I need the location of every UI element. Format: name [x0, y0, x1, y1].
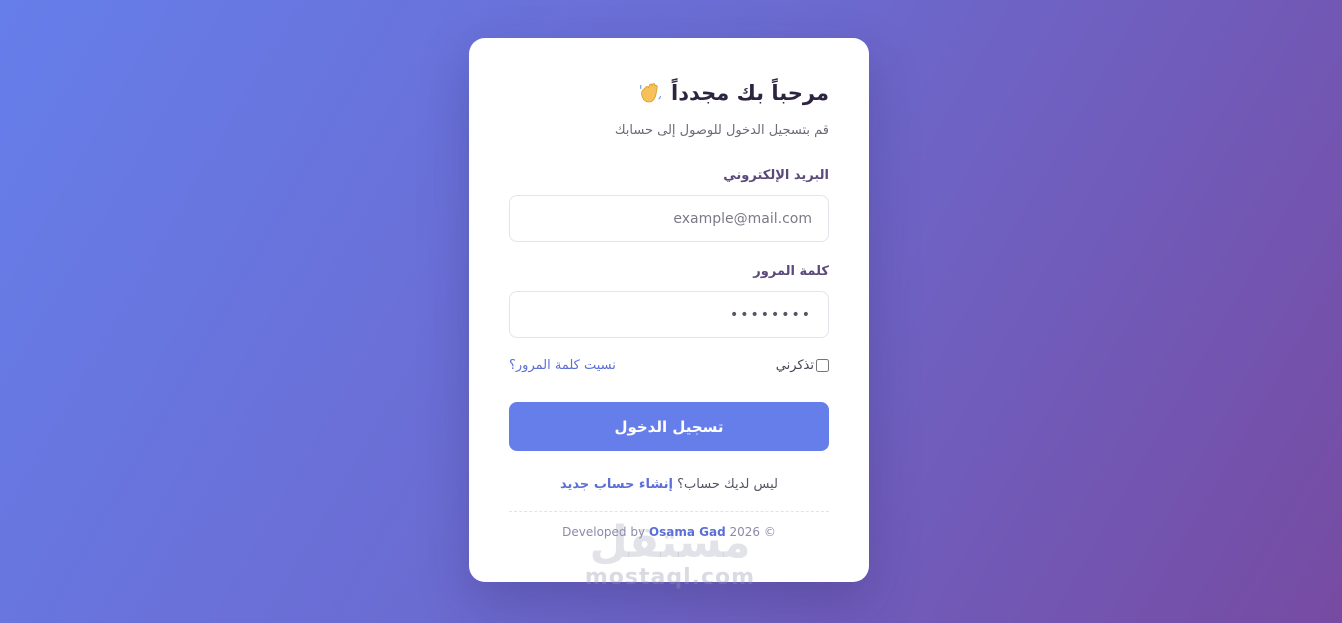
login-button[interactable]: تسجيل الدخول [509, 402, 829, 451]
remember-me[interactable]: تذكرني [776, 358, 829, 373]
footer-developed-by: Developed by [562, 525, 646, 539]
title-row: مرحباً بك مجدداً [637, 80, 829, 106]
create-account-link[interactable]: إنشاء حساب جديد [560, 477, 673, 492]
page-title: مرحباً بك مجدداً [671, 81, 829, 105]
signup-row: ليس لديك حساب؟ إنشاء حساب جديد [509, 477, 829, 492]
signup-prompt: ليس لديك حساب؟ [677, 477, 778, 492]
remember-checkbox[interactable] [816, 359, 829, 372]
remember-label: تذكرني [775, 358, 814, 373]
options-row: تذكرني نسيت كلمة المرور؟ [509, 358, 829, 373]
footer-author: Osama Gad [648, 525, 726, 539]
divider [509, 511, 829, 512]
footer-year: 2026 © [729, 525, 776, 539]
email-field[interactable] [509, 195, 829, 242]
forgot-password-link[interactable]: نسيت كلمة المرور؟ [509, 358, 616, 373]
password-label: كلمة المرور [753, 264, 829, 279]
page-subtitle: قم بتسجيل الدخول للوصول إلى حسابك [614, 123, 829, 138]
footer: Developed by Osama Gad 2026 © [509, 525, 829, 539]
login-card: مرحباً بك مجدداً قم بتسجيل الدخول للوصول… [469, 38, 869, 582]
waving-hand-icon [637, 80, 663, 106]
email-label: البريد الإلكتروني [723, 168, 829, 183]
password-field[interactable] [509, 291, 829, 338]
